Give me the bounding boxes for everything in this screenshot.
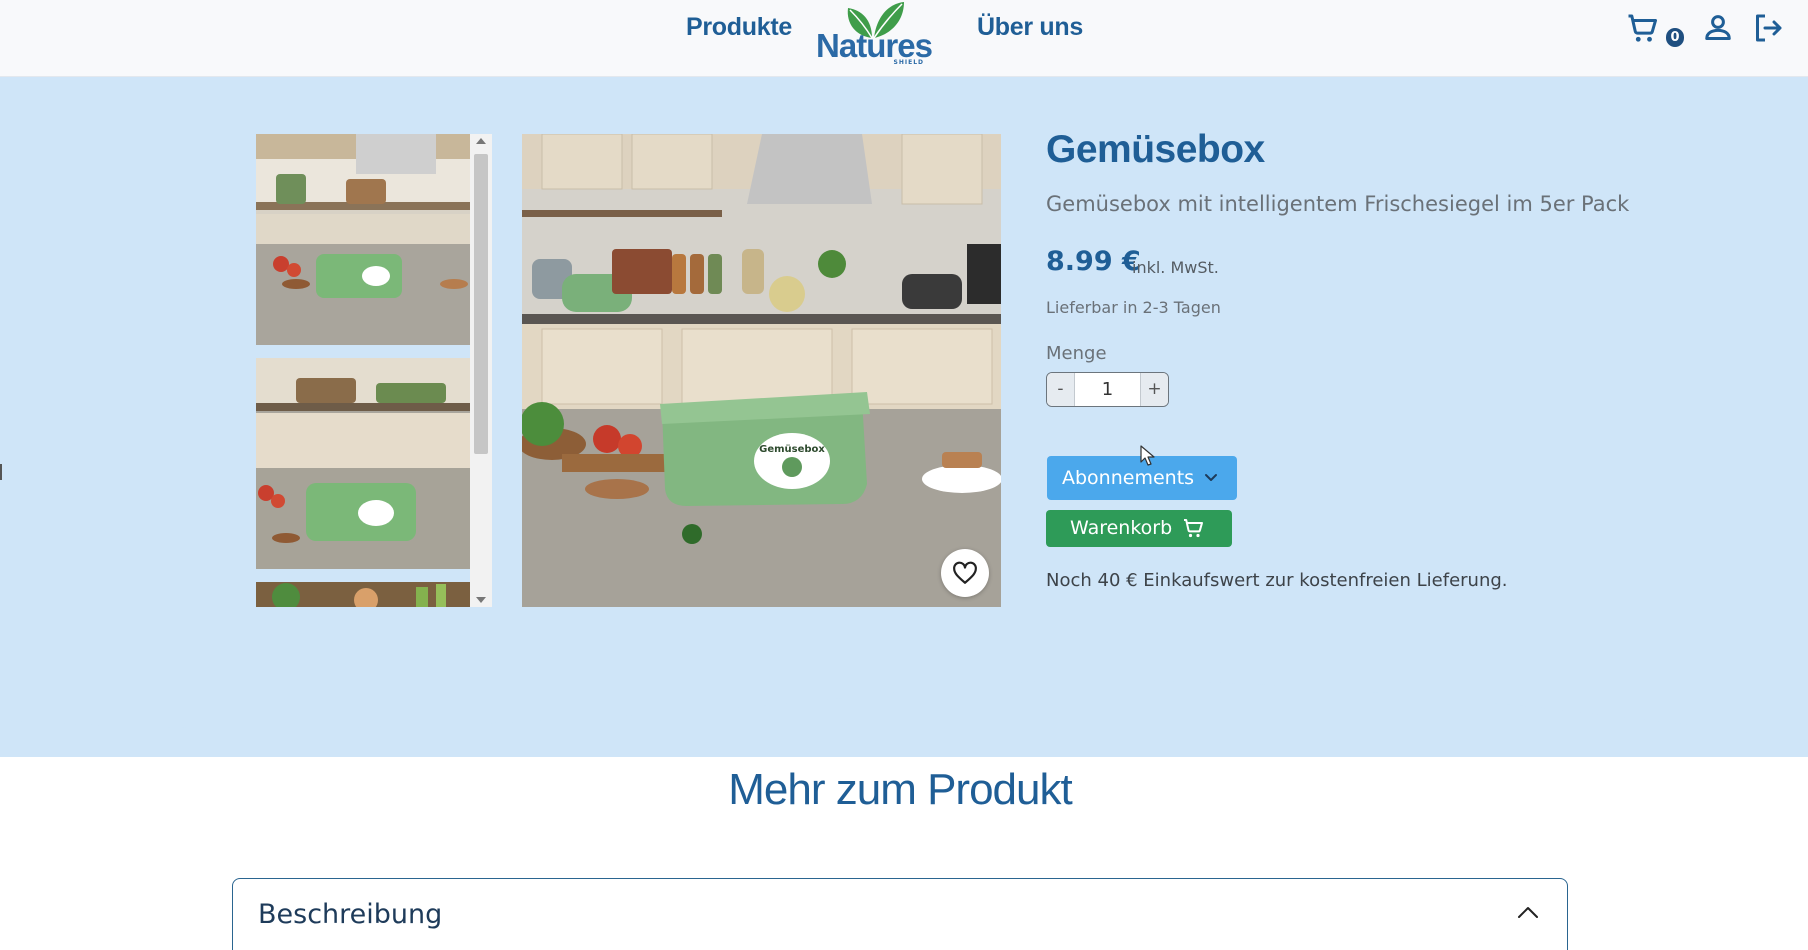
favorite-button[interactable] [941,549,989,597]
hero-wave-divider [0,670,1808,740]
thumbnail-image[interactable] [256,358,470,569]
accordion-title: Beschreibung [258,899,443,930]
delivery-time: Lieferbar in 2-3 Tagen [1046,298,1221,317]
mouse-cursor-icon [1140,445,1155,466]
add-to-cart-label: Warenkorb [1070,517,1173,539]
cart-icon[interactable] [1624,10,1660,46]
nav-produkte-link[interactable]: Produkte [686,13,792,42]
scroll-down-arrow-icon[interactable] [476,597,486,603]
chevron-down-icon [1205,474,1217,481]
logout-icon[interactable] [1750,10,1786,46]
subscription-label: Abonnements [1062,467,1195,489]
box-label-text: Gemüsebox [759,444,825,455]
free-shipping-note: Noch 40 € Einkaufswert zur kostenfreien … [1046,570,1508,591]
thumbnail-image[interactable] [256,134,470,345]
add-to-cart-button[interactable]: Warenkorb [1046,510,1232,547]
quantity-input[interactable]: 1 [1075,373,1140,406]
chevron-up-icon[interactable] [1517,905,1539,919]
user-icon[interactable] [1700,10,1736,46]
quantity-decrease-button[interactable]: - [1047,373,1075,406]
more-about-product-heading: Mehr zum Produkt [728,765,1072,814]
logo-subtitle: SHIELD [893,59,924,66]
thumbnail-gallery [256,134,492,607]
scroll-up-arrow-icon[interactable] [476,138,486,144]
main-product-image[interactable]: Gemüsebox [522,134,1001,607]
cart-count-badge: 0 [1666,28,1684,47]
natures-shield-logo[interactable]: Natures SHIELD [806,0,942,70]
nav-ueber-uns-link[interactable]: Über uns [977,13,1083,42]
heart-icon [953,561,977,584]
edge-marker [0,464,2,480]
quantity-stepper: - 1 + [1046,372,1169,407]
scrollbar-thumb[interactable] [474,154,488,454]
product-subtitle: Gemüsebox mit intelligentem Frischesiege… [1046,192,1630,216]
vat-note: inkl. MwSt. [1132,258,1219,277]
cart-icon [1184,519,1203,538]
description-accordion[interactable]: Beschreibung [232,878,1568,950]
product-title: Gemüsebox [1046,128,1265,171]
thumbnail-image[interactable] [256,582,470,607]
top-header: Produkte Natures SHIELD Über uns 0 [0,0,1808,77]
thumbnail-scrollbar[interactable] [470,134,492,607]
quantity-increase-button[interactable]: + [1140,373,1168,406]
quantity-label: Menge [1046,343,1107,364]
product-price: 8.99 € [1046,246,1141,277]
